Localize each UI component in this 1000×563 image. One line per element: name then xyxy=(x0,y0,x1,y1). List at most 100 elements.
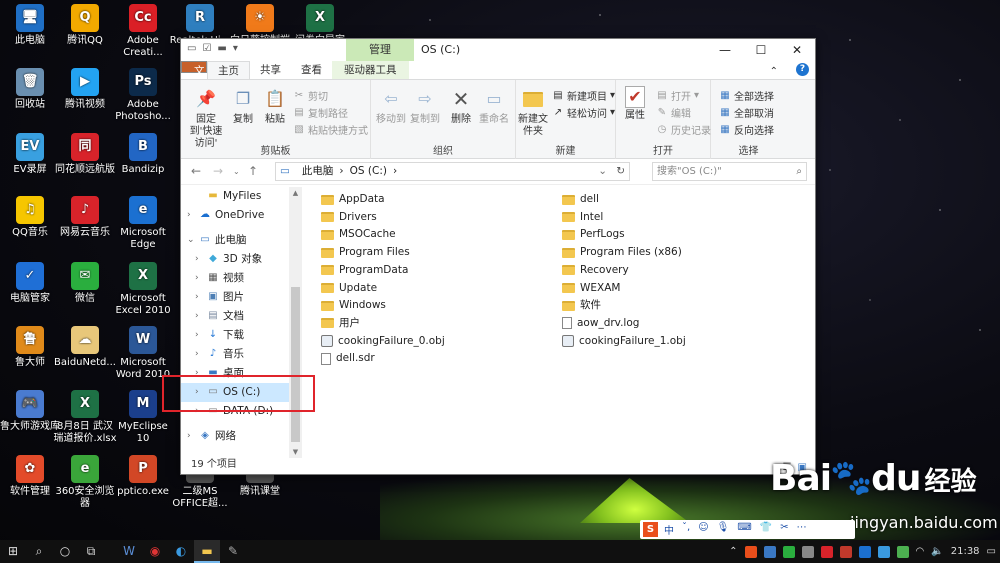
edit-button[interactable]: ✎ 编辑 xyxy=(656,105,691,120)
taskbar-app-icon[interactable]: ✎ xyxy=(220,540,246,563)
tab-share[interactable]: 共享 xyxy=(250,61,291,79)
address-dropdown-icon[interactable]: ⌄ xyxy=(598,163,607,180)
nav-item[interactable]: › ↓ 下载 xyxy=(181,326,291,345)
file-item[interactable]: Drivers xyxy=(321,209,377,226)
nav-item[interactable]: ▬ MyFiles xyxy=(181,187,291,206)
up-arrow-icon[interactable]: ↑ xyxy=(248,164,258,178)
file-item[interactable]: dell.sdr xyxy=(321,350,375,367)
paste-shortcut-button[interactable]: ▧ 粘贴快捷方式 xyxy=(293,122,368,137)
desktop-icon[interactable]: ☁ BaiduNetd... xyxy=(53,326,117,369)
nav-item[interactable]: › ▣ 图片 xyxy=(181,288,291,307)
back-arrow-icon[interactable]: ← xyxy=(191,164,201,178)
copy-to-button[interactable]: ⇨ 复制到 xyxy=(409,86,441,126)
refresh-icon[interactable]: ↻ xyxy=(616,163,625,180)
select-all-button[interactable]: ▦ 全部选择 xyxy=(719,88,774,103)
desktop-icon[interactable]: Ps Adobe Photosho... xyxy=(111,68,175,123)
nav-item[interactable]: ⌄ ▭ 此电脑 xyxy=(181,231,291,250)
tray-netease-icon[interactable] xyxy=(820,545,833,558)
file-item[interactable]: dell xyxy=(562,191,599,208)
open-button[interactable]: ▤ 打开 ▾ xyxy=(656,88,699,103)
title-bar[interactable]: ▭ ☑ ▬ ▾ 管理 OS (C:) — ☐ ✕ xyxy=(181,39,815,61)
file-item[interactable]: Recovery xyxy=(562,262,629,279)
desktop-icon[interactable]: e Microsoft Edge xyxy=(111,196,175,251)
file-item[interactable]: cookingFailure_0.obj xyxy=(321,333,445,350)
desktop-icon[interactable]: Ppptico.exe xyxy=(111,455,175,498)
help-icon[interactable]: ? xyxy=(796,63,809,76)
desktop-icon[interactable]: 同同花顺远航版 xyxy=(53,133,117,176)
qat-dropdown-icon[interactable]: ▾ xyxy=(233,43,238,54)
cortana-circle-icon[interactable]: ○ xyxy=(52,540,78,563)
taskbar-explorer-icon[interactable]: ▬ xyxy=(194,540,220,563)
search-icon[interactable]: ⌕ xyxy=(26,540,52,563)
file-item[interactable]: 用户 xyxy=(321,315,360,332)
address-bar[interactable]: ▭ 此电脑 › OS (C:) › ⌄ ↻ xyxy=(275,162,630,181)
expand-chevron-icon[interactable]: › xyxy=(187,206,191,225)
file-item[interactable]: cookingFailure_1.obj xyxy=(562,333,686,350)
sogou-logo-icon[interactable]: S xyxy=(643,522,658,537)
move-to-button[interactable]: ⇦ 移动到 xyxy=(375,86,407,126)
minimize-button[interactable]: — xyxy=(707,39,743,61)
cut-button[interactable]: ✂ 剪切 xyxy=(293,88,328,103)
desktop-icon[interactable]: X 8月8日 武汉瑞道报价.xlsx xyxy=(53,390,117,445)
file-item[interactable]: Update xyxy=(321,280,377,297)
taskbar-netease-icon[interactable]: ◉ xyxy=(142,540,168,563)
ime-button[interactable]: 中 xyxy=(664,522,674,537)
tray-sunlogin-icon[interactable] xyxy=(877,545,890,558)
tray-sogou-icon[interactable] xyxy=(744,545,757,558)
nav-item[interactable]: › ◈ 网络 xyxy=(181,427,291,446)
nav-item[interactable]: › ☁ OneDrive xyxy=(181,206,291,225)
task-view-icon[interactable]: ⧉ xyxy=(78,540,104,563)
history-button[interactable]: ◷ 历史记录 xyxy=(656,122,711,137)
tray-clock[interactable]: 21:38 xyxy=(951,546,980,557)
ime-button[interactable]: ⋯ xyxy=(797,522,807,537)
file-item[interactable]: Program Files xyxy=(321,244,410,261)
new-folder-qat-icon[interactable]: ▬ xyxy=(217,43,226,54)
tray-shield-icon[interactable] xyxy=(763,545,776,558)
file-item[interactable]: aow_drv.log xyxy=(562,315,639,332)
nav-item[interactable]: › ◆ 3D 对象 xyxy=(181,250,291,269)
desktop-icon[interactable]: ♪ 网易云音乐 xyxy=(53,196,117,239)
tray-wifi-icon[interactable]: ◠ xyxy=(916,546,925,557)
expand-chevron-icon[interactable]: › xyxy=(187,427,191,446)
pin-quick-access-button[interactable]: 📌 固定到'快速访问' xyxy=(185,86,227,150)
nav-item[interactable]: › ♪ 音乐 xyxy=(181,345,291,364)
expand-chevron-icon[interactable]: › xyxy=(195,269,199,288)
tray-battery-icon[interactable] xyxy=(896,545,909,558)
ime-button[interactable]: 🎙 xyxy=(717,522,730,537)
manage-context-tab[interactable]: 管理 xyxy=(346,39,414,61)
copy-button[interactable]: ❐ 复制 xyxy=(229,86,257,126)
file-item[interactable]: Windows xyxy=(321,297,386,314)
copy-path-button[interactable]: ▤ 复制路径 xyxy=(293,105,348,120)
taskbar-word-icon[interactable]: W xyxy=(116,540,142,563)
ime-button[interactable]: ˇ, xyxy=(682,522,690,537)
desktop-icon[interactable]: ✉ 微信 xyxy=(53,262,117,305)
easy-access-button[interactable]: ↗ 轻松访问 ▾ xyxy=(552,105,615,120)
properties-button[interactable]: ✔ 属性 xyxy=(620,86,650,122)
expand-chevron-icon[interactable]: › xyxy=(195,345,199,364)
tab-home[interactable]: 主页 xyxy=(207,61,250,79)
breadcrumb-drive[interactable]: OS (C:) xyxy=(350,163,387,180)
file-item[interactable]: PerfLogs xyxy=(562,226,625,243)
tab-drive-tools[interactable]: 驱动器工具 xyxy=(332,61,409,79)
file-item[interactable]: WEXAM xyxy=(562,280,620,297)
expand-chevron-icon[interactable]: › xyxy=(195,307,199,326)
tray-usb-icon[interactable] xyxy=(801,545,814,558)
desktop-icon[interactable]: Cc Adobe Creati... xyxy=(111,4,175,59)
new-folder-button[interactable]: 新建文件夹 xyxy=(518,86,548,138)
ime-button[interactable]: ✂ xyxy=(780,522,788,537)
tray-volume-icon[interactable]: 🔈 xyxy=(931,546,943,557)
desktop-icon[interactable]: e 360安全浏览器 xyxy=(53,455,117,510)
file-item[interactable]: ProgramData xyxy=(321,262,408,279)
rename-button[interactable]: ▭ 重命名 xyxy=(477,86,511,126)
file-item[interactable]: MSOCache xyxy=(321,226,396,243)
new-item-button[interactable]: ▤ 新建项目 ▾ xyxy=(552,88,615,103)
navigation-pane[interactable]: ▬ MyFiles › ☁ OneDrive ⌄ ▭ 此电脑 › ◆ 3D 对象 › ▦ 视频 › ▣ 图片 › ▤… xyxy=(181,187,302,458)
desktop-icon[interactable]: B Bandizip xyxy=(111,133,175,176)
expand-chevron-icon[interactable]: ⌄ xyxy=(187,231,195,250)
taskbar-sunlogin-icon[interactable]: ◐ xyxy=(168,540,194,563)
ime-button[interactable]: ⌨ xyxy=(737,522,751,537)
tray-antivirus-icon[interactable] xyxy=(839,545,852,558)
tray-wechat-icon[interactable] xyxy=(782,545,795,558)
close-button[interactable]: ✕ xyxy=(779,39,815,61)
breadcrumb-pc[interactable]: 此电脑 xyxy=(302,163,334,180)
